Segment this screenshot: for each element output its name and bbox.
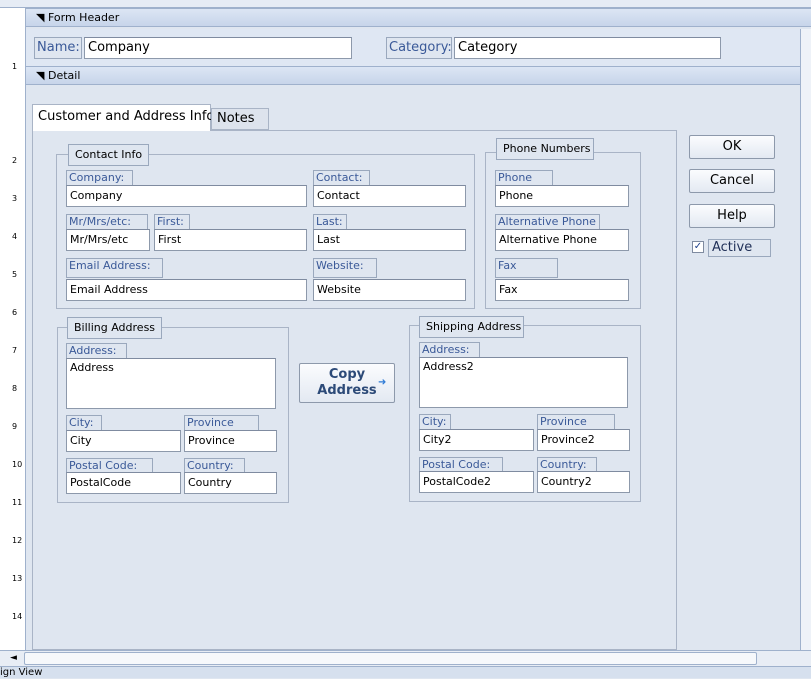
shipping-province-field[interactable]: Province2	[537, 429, 630, 451]
ruler-number: 2	[12, 156, 18, 165]
website-label: Website:	[313, 258, 377, 278]
scroll-left-icon[interactable]: ◄	[10, 653, 17, 663]
billing-country-field[interactable]: Country	[184, 472, 277, 494]
tab-notes[interactable]: Notes	[211, 108, 269, 130]
last-field[interactable]: Last	[313, 229, 466, 251]
shipping-postal-field[interactable]: PostalCode2	[419, 471, 534, 493]
ruler-number: 12	[12, 536, 23, 545]
ruler-number: 5	[12, 270, 18, 279]
billing-address-label: Address:	[66, 343, 127, 359]
ruler-number: 7	[12, 346, 18, 355]
category-label: Category:	[386, 37, 452, 59]
top-strip	[0, 0, 811, 8]
horizontal-scrollbar[interactable]: ◄	[0, 650, 811, 666]
ruler-number: 1	[12, 62, 18, 71]
billing-city-label: City:	[66, 415, 102, 431]
active-label: Active	[708, 239, 771, 257]
company-label: Company:	[66, 170, 133, 186]
billing-postal-field[interactable]: PostalCode	[66, 472, 181, 494]
section-title: Detail	[47, 69, 81, 82]
ruler-number: 6	[12, 308, 18, 317]
name-label: Name:	[34, 37, 82, 59]
shipping-city-label: City:	[419, 414, 451, 430]
contact-info-title: Contact Info	[68, 144, 149, 166]
form-header-section-bar[interactable]: ◥ Form Header	[26, 8, 811, 27]
shipping-address-field[interactable]: Address2	[419, 357, 628, 408]
section-title: Form Header	[47, 11, 120, 24]
contact-field[interactable]: Contact	[313, 185, 466, 207]
ok-button[interactable]: OK	[689, 135, 775, 159]
alt-phone-field[interactable]: Alternative Phone	[495, 229, 629, 251]
help-button[interactable]: Help	[689, 204, 775, 228]
ruler-number: 4	[12, 232, 18, 241]
tab-customer-address[interactable]: Customer and Address Info	[32, 104, 214, 131]
ruler-number: 8	[12, 384, 18, 393]
status-text: ign View	[0, 667, 43, 678]
phone-label: Phone	[495, 170, 553, 186]
billing-address-field[interactable]: Address	[66, 358, 276, 409]
billing-province-label: Province	[184, 415, 259, 431]
name-field[interactable]: Company	[84, 37, 352, 59]
detail-section-bar[interactable]: ◥ Detail	[26, 66, 811, 85]
shipping-address-label: Address:	[419, 342, 480, 358]
billing-address-title: Billing Address	[67, 317, 162, 339]
alt-phone-label: Alternative Phone	[495, 214, 600, 230]
section-collapse-icon: ◥	[36, 11, 45, 24]
title-field[interactable]: Mr/Mrs/etc	[66, 229, 150, 251]
shipping-country-field[interactable]: Country2	[537, 471, 630, 493]
ruler-number: 11	[12, 498, 23, 507]
status-bar: ign View	[0, 666, 811, 678]
email-label: Email Address:	[66, 258, 163, 278]
fax-field[interactable]: Fax	[495, 279, 629, 301]
active-checkbox[interactable]: ✓	[692, 241, 704, 253]
website-field[interactable]: Website	[313, 279, 466, 301]
phone-numbers-title: Phone Numbers	[496, 138, 594, 160]
shipping-province-label: Province	[537, 414, 615, 430]
shipping-city-field[interactable]: City2	[419, 429, 534, 451]
phone-field[interactable]: Phone	[495, 185, 629, 207]
first-label: First:	[154, 214, 190, 230]
arrow-right-icon: ➜	[378, 377, 387, 388]
company-field[interactable]: Company	[66, 185, 307, 207]
email-field[interactable]: Email Address	[66, 279, 307, 301]
shipping-address-title: Shipping Address	[419, 316, 524, 338]
copy-address-button[interactable]: Copy Address ➜	[299, 363, 395, 403]
vertical-ruler: 1 2 3 4 5 6 7 8 9 10 11 12 13 14	[0, 8, 26, 650]
ruler-number: 14	[12, 612, 23, 621]
last-label: Last:	[313, 214, 347, 230]
scroll-thumb[interactable]	[24, 652, 757, 665]
billing-city-field[interactable]: City	[66, 430, 181, 452]
title-label: Mr/Mrs/etc:	[66, 214, 148, 230]
section-collapse-icon: ◥	[36, 69, 45, 82]
billing-province-field[interactable]: Province	[184, 430, 277, 452]
first-field[interactable]: First	[154, 229, 307, 251]
ruler-number: 13	[12, 574, 23, 583]
contact-label: Contact:	[313, 170, 370, 186]
ruler-number: 9	[12, 422, 18, 431]
vertical-scrollbar[interactable]	[800, 29, 811, 650]
category-field[interactable]: Category	[454, 37, 721, 59]
ruler-number: 3	[12, 194, 18, 203]
ruler-number: 10	[12, 460, 23, 469]
fax-label: Fax	[495, 258, 558, 278]
cancel-button[interactable]: Cancel	[689, 169, 775, 193]
